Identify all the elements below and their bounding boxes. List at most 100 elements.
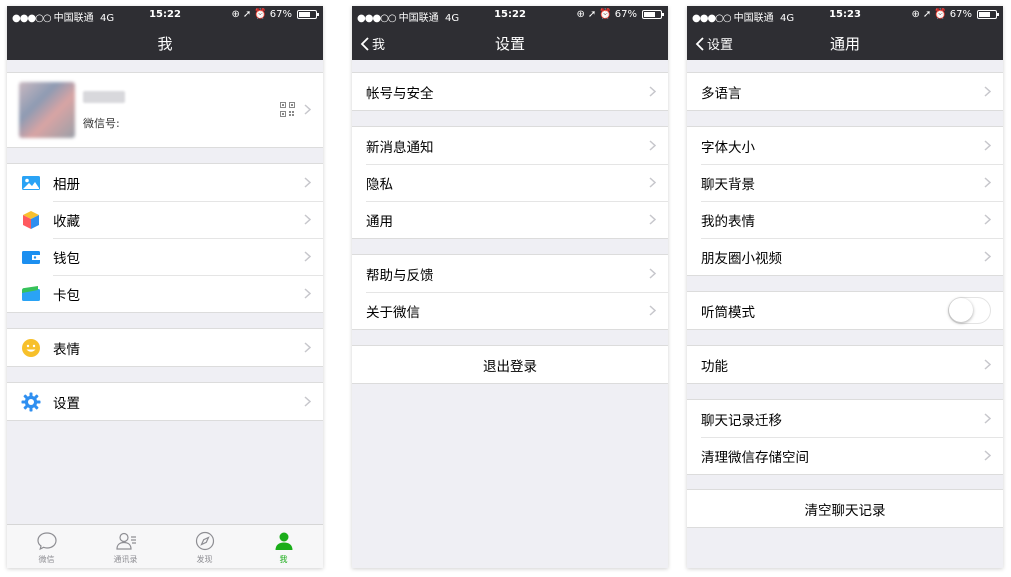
wallet-icon [21, 247, 41, 267]
general-item-label: 聊天记录迁移 [701, 412, 782, 429]
status-bar: ●●●○○ 中国联通 4G 15:23 ⊕ ➚ ⏰ 67% [687, 6, 1003, 24]
menu-item-wallet[interactable]: 钱包 [7, 238, 323, 275]
tab-me[interactable]: 我 [244, 525, 323, 568]
general-item-chat-migration[interactable]: 聊天记录迁移 [687, 400, 1003, 437]
settings-item-privacy[interactable]: 隐私 [352, 164, 668, 201]
settings-group-1: 帐号与安全 [352, 72, 668, 111]
location-arrow-icon: ➚ [242, 9, 252, 20]
profile-section[interactable]: 微信号: [7, 72, 323, 148]
navigation-bar: 设置 通用 [687, 24, 1003, 60]
navigation-bar: 我 [7, 24, 323, 60]
general-item-label: 多语言 [701, 85, 742, 102]
general-item-chat-background[interactable]: 聊天背景 [687, 164, 1003, 201]
favorites-cube-icon [21, 210, 41, 230]
settings-screen: ●●●○○ 中国联通 4G 15:22 ⊕ ➚ ⏰ 67% 我 设置 帐号与安全 … [352, 6, 668, 568]
menu-item-favorites[interactable]: 收藏 [7, 201, 323, 238]
general-item-earpiece-mode: 听筒模式 [687, 292, 1003, 329]
general-item-features[interactable]: 功能 [687, 346, 1003, 383]
settings-item-account-security[interactable]: 帐号与安全 [352, 73, 668, 110]
chevron-right-icon [984, 177, 991, 188]
menu-item-album[interactable]: 相册 [7, 164, 323, 201]
settings-item-label: 关于微信 [366, 304, 420, 321]
general-item-label: 字体大小 [701, 139, 755, 156]
general-item-label: 聊天背景 [701, 176, 755, 193]
chevron-right-icon [304, 214, 311, 225]
profile-card[interactable]: 微信号: [7, 73, 323, 147]
menu-item-label: 表情 [53, 341, 80, 358]
general-item-storage-cleanup[interactable]: 清理微信存储空间 [687, 437, 1003, 474]
nickname-blurred [83, 91, 125, 103]
orientation-lock-icon: ⊕ [576, 9, 585, 20]
me-menu-group-3: 设置 [7, 382, 323, 421]
alarm-icon: ⏰ [599, 9, 612, 20]
location-arrow-icon: ➚ [922, 9, 932, 20]
status-bar: ●●●○○ 中国联通 4G 15:22 ⊕ ➚ ⏰ 67% [352, 6, 668, 24]
contacts-icon [115, 532, 136, 550]
battery-icon [297, 10, 319, 19]
alarm-icon: ⏰ [254, 9, 267, 20]
card-pack-icon [21, 284, 41, 304]
settings-item-general[interactable]: 通用 [352, 201, 668, 238]
gear-icon [21, 392, 41, 412]
settings-item-help-feedback[interactable]: 帮助与反馈 [352, 255, 668, 292]
page-title: 通用 [829, 35, 860, 53]
battery-percent: 67% [614, 9, 637, 20]
clear-chat-history-button[interactable]: 清空聊天记录 [687, 490, 1003, 527]
chevron-right-icon [304, 342, 311, 353]
tab-discover[interactable]: 发现 [165, 525, 244, 568]
avatar[interactable] [19, 82, 75, 138]
menu-item-settings[interactable]: 设置 [7, 383, 323, 420]
chevron-right-icon [304, 177, 311, 188]
settings-group-3: 帮助与反馈 关于微信 [352, 254, 668, 330]
chevron-right-icon [984, 86, 991, 97]
general-clear-group: 清空聊天记录 [687, 489, 1003, 528]
earpiece-mode-toggle[interactable] [948, 297, 991, 324]
general-item-moments-video[interactable]: 朋友圈小视频 [687, 238, 1003, 275]
general-item-my-stickers[interactable]: 我的表情 [687, 201, 1003, 238]
compass-icon [195, 531, 214, 551]
menu-item-card-pack[interactable]: 卡包 [7, 275, 323, 312]
general-item-language[interactable]: 多语言 [687, 73, 1003, 110]
chevron-right-icon [649, 177, 656, 188]
general-group-1: 多语言 [687, 72, 1003, 111]
tab-wechat[interactable]: 微信 [7, 525, 86, 568]
battery-level [299, 12, 310, 17]
me-menu-group-1: 相册 收藏 钱包 卡包 [7, 163, 323, 313]
chevron-right-icon [649, 86, 656, 97]
tab-bar: 微信 通讯录 发现 我 [7, 524, 323, 568]
tab-label: 微信 [38, 555, 55, 564]
qr-code-icon[interactable] [280, 102, 295, 117]
general-group-4: 功能 [687, 345, 1003, 384]
settings-item-notifications[interactable]: 新消息通知 [352, 127, 668, 164]
general-item-label: 清理微信存储空间 [701, 449, 809, 466]
me-menu-group-2: 表情 [7, 328, 323, 367]
general-item-font-size[interactable]: 字体大小 [687, 127, 1003, 164]
general-group-3: 听筒模式 [687, 291, 1003, 330]
chevron-right-icon [984, 140, 991, 151]
general-screen: ●●●○○ 中国联通 4G 15:23 ⊕ ➚ ⏰ 67% 设置 通用 多语言 字… [687, 6, 1003, 568]
tab-contacts[interactable]: 通讯录 [86, 525, 165, 568]
person-icon [275, 532, 292, 550]
settings-item-label: 帮助与反馈 [366, 267, 434, 284]
menu-item-label: 相册 [53, 176, 80, 193]
general-item-label: 我的表情 [701, 213, 755, 230]
chevron-right-icon [649, 214, 656, 225]
settings-item-label: 隐私 [366, 176, 393, 193]
chevron-right-icon [304, 288, 311, 299]
battery-level [979, 12, 990, 17]
general-group-5: 聊天记录迁移 清理微信存储空间 [687, 399, 1003, 475]
settings-item-label: 新消息通知 [366, 139, 434, 156]
logout-button[interactable]: 退出登录 [352, 346, 668, 383]
battery-percent: 67% [269, 9, 292, 20]
tab-label: 通讯录 [113, 555, 138, 564]
clear-chat-history-label: 清空聊天记录 [804, 502, 886, 519]
settings-logout-group: 退出登录 [352, 345, 668, 384]
settings-item-about[interactable]: 关于微信 [352, 292, 668, 329]
tab-label: 发现 [196, 555, 213, 564]
tab-label: 我 [279, 555, 288, 564]
settings-group-2: 新消息通知 隐私 通用 [352, 126, 668, 239]
menu-item-label: 钱包 [53, 250, 80, 267]
menu-item-emoji[interactable]: 表情 [7, 329, 323, 366]
chevron-right-icon [984, 251, 991, 262]
battery-percent: 67% [949, 9, 972, 20]
